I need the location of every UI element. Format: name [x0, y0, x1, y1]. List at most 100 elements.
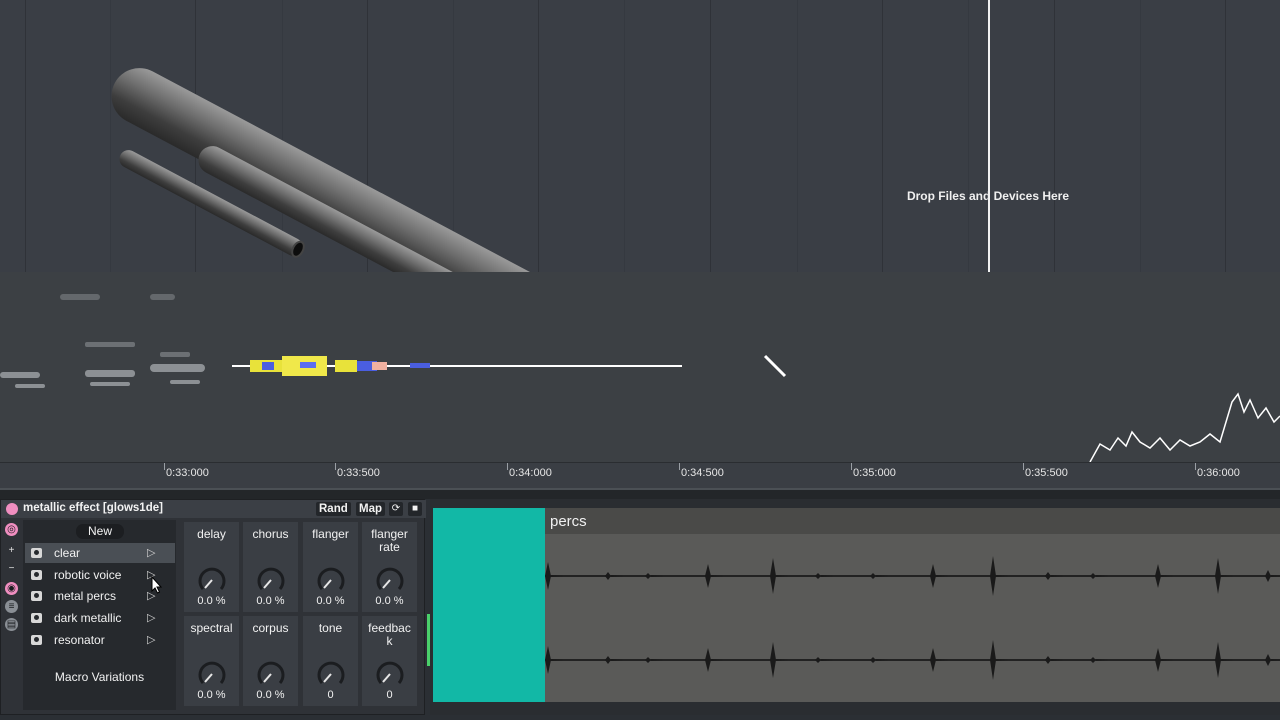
macro-label: delay [197, 527, 226, 541]
ruler-tick [679, 463, 680, 470]
play-triangle-icon[interactable]: ▷ [147, 546, 155, 559]
transient [605, 572, 623, 580]
panel-divider[interactable] [0, 488, 1280, 499]
selected-region[interactable] [433, 508, 545, 702]
snapshot-icon[interactable] [31, 613, 42, 623]
devices-list-icon[interactable]: ▤ [5, 618, 18, 631]
remove-macro-icon[interactable]: − [5, 562, 18, 575]
macro-knob[interactable] [256, 659, 286, 689]
variation-item-clear[interactable]: clear ▷ [25, 543, 175, 563]
macro-label: flanger [312, 527, 349, 541]
grid-line [968, 0, 969, 272]
snapshot-icon[interactable] [31, 548, 42, 558]
transient [990, 556, 1008, 596]
grid-line [797, 0, 798, 272]
variation-item-resonator[interactable]: resonator ▷ [25, 630, 175, 650]
snapshot-icon[interactable] [31, 635, 42, 645]
variations-icon[interactable]: ◉ [5, 582, 18, 595]
macro-knob[interactable] [256, 565, 286, 595]
transient [815, 657, 833, 663]
macro-value: 0.0 % [197, 595, 226, 607]
variation-label: resonator [54, 633, 105, 647]
transient [770, 642, 788, 678]
play-triangle-icon[interactable]: ▷ [147, 633, 155, 646]
macro-knob[interactable] [197, 659, 227, 689]
macro-knob[interactable] [375, 565, 405, 595]
macro-variations-label: Macro Variations [54, 670, 145, 684]
transient [870, 657, 888, 663]
macro-8: feedbac k 0 [362, 616, 417, 706]
snapshot-icon[interactable] [31, 591, 42, 601]
transient [870, 573, 888, 579]
macro-label: tone [318, 621, 343, 635]
macro-5: spectral 0.0 % [184, 616, 239, 706]
macro-knob[interactable] [316, 565, 346, 595]
show-macros-icon[interactable]: ◎ [5, 523, 18, 536]
sample-waveform-view[interactable] [0, 272, 1280, 464]
hot-swap-icon[interactable]: ⟳ [389, 502, 403, 516]
transient [605, 656, 623, 664]
clip-waveform [545, 556, 1280, 680]
clip-view[interactable]: percs [430, 499, 1280, 715]
transient [1215, 642, 1233, 678]
ruler-tick [851, 463, 852, 470]
rack-device-metallic-effect: metallic effect [glows1de] Rand Map ⟳ ■ … [0, 499, 426, 715]
map-button[interactable]: Map [356, 502, 385, 516]
transient [1155, 648, 1173, 672]
device-power-button[interactable] [6, 503, 18, 515]
rand-button[interactable]: Rand [316, 502, 351, 516]
variation-label: robotic voice [54, 568, 122, 582]
transient [990, 640, 1008, 680]
grid-line [25, 0, 26, 272]
arrangement-track-area[interactable]: Drop Files and Devices Here [0, 0, 1280, 272]
play-triangle-icon[interactable]: ▷ [147, 611, 155, 624]
macro-knob[interactable] [197, 565, 227, 595]
ruler-tick [1023, 463, 1024, 470]
transient [1265, 654, 1280, 666]
ruler-time-label: 0:33:500 [337, 467, 380, 479]
transient [1045, 572, 1063, 580]
grid-line [882, 0, 883, 272]
level-meter [427, 614, 430, 666]
macro-value: 0.0 % [316, 595, 345, 607]
grid-line [710, 0, 711, 272]
macro-value: 0 [327, 689, 334, 701]
ruler-time-label: 0:34:500 [681, 467, 724, 479]
macro-value: 0.0 % [375, 595, 404, 607]
macro-label: corpus [252, 621, 289, 635]
macro-1: delay 0.0 % [184, 522, 239, 612]
macro-variations-panel: New clear ▷ robotic voice ▷ metal percs … [23, 520, 176, 710]
add-macro-icon[interactable]: + [5, 544, 18, 557]
macro-label: chorus [252, 527, 289, 541]
new-variation-button[interactable]: New [76, 524, 124, 539]
save-preset-icon[interactable]: ■ [408, 502, 422, 516]
ruler-tick [335, 463, 336, 470]
macro-knob[interactable] [316, 659, 346, 689]
audio-clip-percs[interactable]: percs [545, 508, 1280, 702]
transient [1155, 564, 1173, 588]
transient [1215, 558, 1233, 594]
grid-line [1054, 0, 1055, 272]
variation-label: dark metallic [54, 611, 122, 625]
grid-line [1225, 0, 1226, 272]
transient [645, 657, 663, 663]
snapshot-icon[interactable] [31, 570, 42, 580]
macro-7: tone 0 [303, 616, 358, 706]
macro-knob[interactable] [375, 659, 405, 689]
variation-item-dark-metallic[interactable]: dark metallic ▷ [25, 608, 175, 628]
grid-line [1140, 0, 1141, 272]
transient [1090, 657, 1108, 663]
ruler-time-label: 0:33:000 [166, 467, 209, 479]
ruler-tick [507, 463, 508, 470]
macro-3: flanger 0.0 % [303, 522, 358, 612]
chain-list-icon[interactable]: ≡ [5, 600, 18, 613]
waveform-graphic [0, 294, 1280, 463]
ruler-time-label: 0:35:000 [853, 467, 896, 479]
clip-header[interactable]: percs [545, 508, 1280, 534]
transient [545, 646, 563, 674]
transient [770, 558, 788, 594]
ruler-tick [1195, 463, 1196, 470]
metal-pipes-image [111, 68, 613, 272]
timeline-ruler[interactable]: 0:33:000 0:33:500 0:34:000 0:34:500 0:35:000… [0, 462, 1280, 488]
variation-label: clear [54, 546, 81, 560]
